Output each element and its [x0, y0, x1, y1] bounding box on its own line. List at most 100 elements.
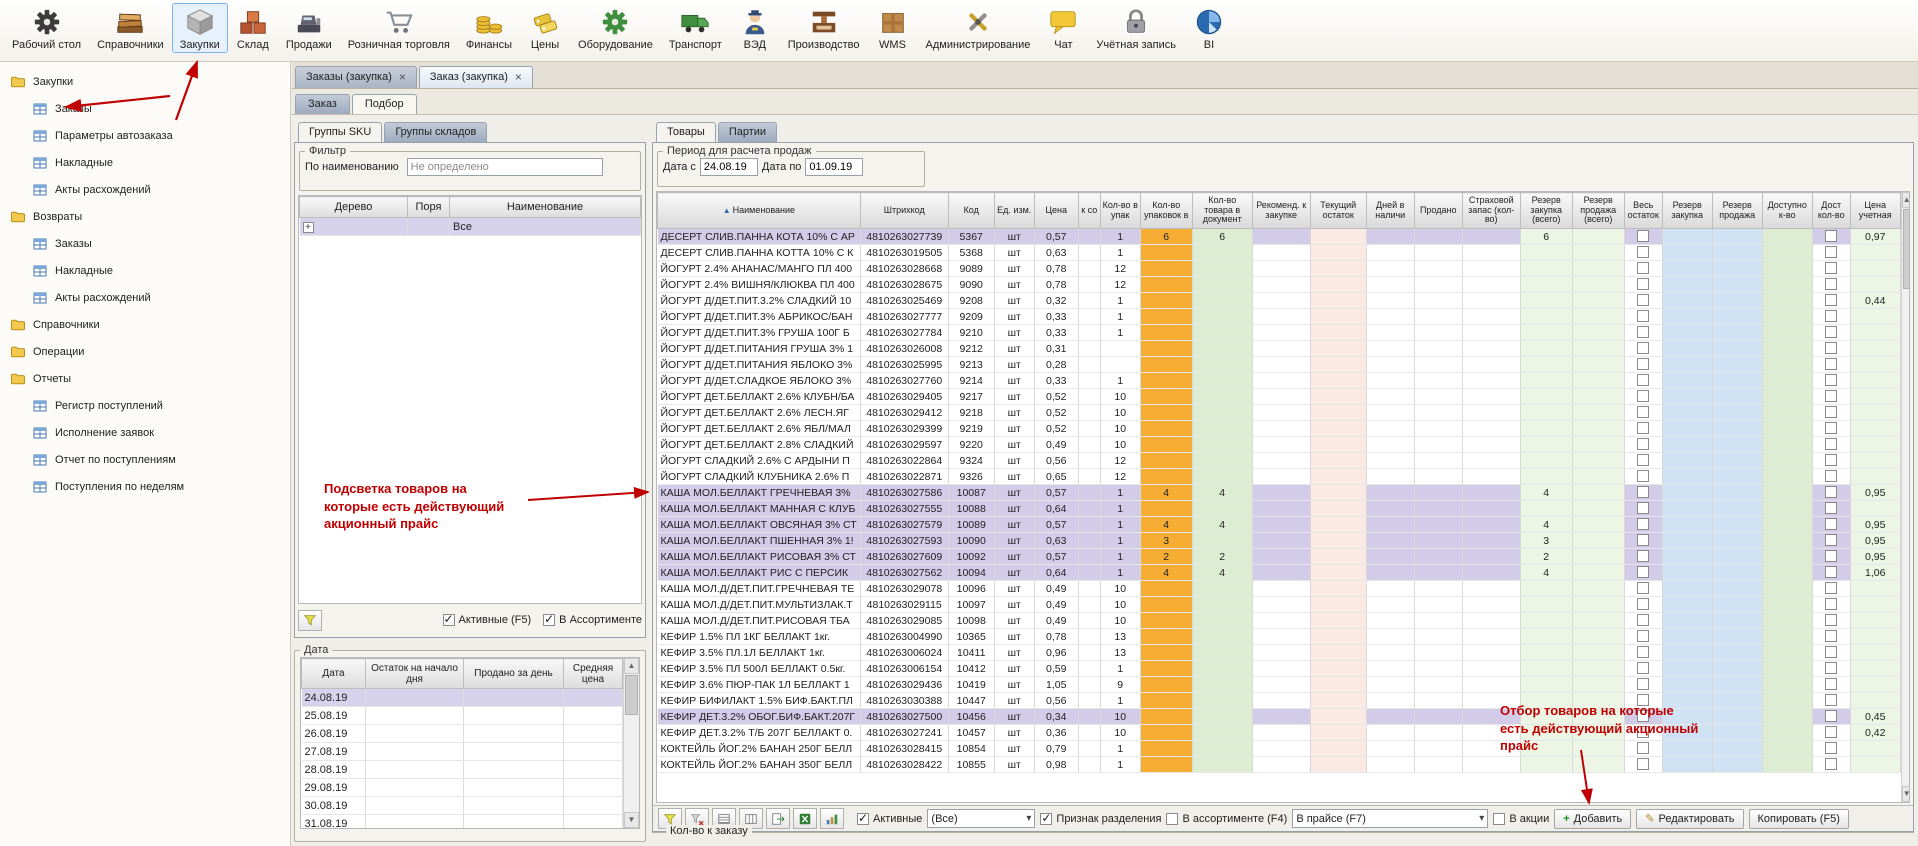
date-row[interactable]: 25.08.19 [302, 707, 623, 725]
date-row[interactable]: 31.08.19 [302, 815, 623, 830]
toolbar-item-account[interactable]: Учётная запись [1088, 3, 1184, 53]
row-checkbox[interactable] [1825, 294, 1837, 306]
table-row[interactable]: ЙОГУРТ 2.4% АНАНАС/МАНГО ПЛ 400481026302… [658, 261, 1901, 277]
column-header[interactable]: Текущий остаток [1310, 193, 1366, 229]
column-header[interactable]: Дата [302, 659, 366, 689]
table-row[interactable]: КАША МОЛ.Д/ДЕТ.ПИТ.МУЛЬТИЗЛАК.Т481026302… [658, 597, 1901, 613]
column-header[interactable]: Наименование [658, 193, 861, 229]
export-icon[interactable] [766, 808, 790, 829]
column-header[interactable]: Резерв продажа (всего) [1572, 193, 1624, 229]
table-row[interactable]: ДЕСЕРТ СЛИВ.ПАННА КОТТА 10% С К481026301… [658, 245, 1901, 261]
row-checkbox[interactable] [1825, 582, 1837, 594]
date-row[interactable]: 27.08.19 [302, 743, 623, 761]
column-header[interactable]: к со [1078, 193, 1100, 229]
row-checkbox[interactable] [1637, 614, 1649, 626]
toolbar-item-finance[interactable]: Финансы [458, 3, 520, 53]
tree-item-ispolnenie[interactable]: Исполнение заявок [0, 419, 290, 446]
table-row[interactable]: ЙОГУРТ ДЕТ.БЕЛЛАКТ 2.6% ЛЕСН.ЯГ481026302… [658, 405, 1901, 421]
tree-folder-spravochniki[interactable]: Справочники [0, 311, 290, 338]
row-checkbox[interactable] [1825, 246, 1837, 258]
table-row[interactable]: КАША МОЛ.БЕЛЛАКТ ПШЕННАЯ 3% 1!4810263027… [658, 533, 1901, 549]
scroll-thumb[interactable] [625, 675, 638, 715]
date-to-input[interactable] [805, 158, 863, 176]
tree-item-zakazy[interactable]: Заказы [0, 95, 290, 122]
column-header[interactable]: Наименование [450, 197, 641, 218]
row-checkbox[interactable] [1637, 390, 1649, 402]
subtab-podbor[interactable]: Подбор [352, 94, 417, 114]
row-checkbox[interactable] [1825, 662, 1837, 674]
row-checkbox[interactable] [1825, 678, 1837, 690]
row-checkbox[interactable] [1825, 742, 1837, 754]
column-header[interactable]: Код [948, 193, 994, 229]
tree-item-nakladnye-v[interactable]: Накладные [0, 257, 290, 284]
table-row[interactable]: ЙОГУРТ ДЕТ.БЕЛЛАКТ 2.6% КЛУБН/БА48102630… [658, 389, 1901, 405]
checkbox-icon[interactable] [857, 813, 869, 825]
checkbox-icon[interactable] [443, 614, 455, 626]
table-row[interactable]: ЙОГУРТ Д/ДЕТ.ПИТ.3.2% СЛАДКИЙ 1048102630… [658, 293, 1901, 309]
sku-row[interactable]: Все [300, 218, 641, 236]
active-filter-select[interactable]: (Все) [927, 809, 1035, 828]
checkbox-icon[interactable] [1166, 813, 1178, 825]
column-header[interactable]: Дерево [300, 197, 408, 218]
excel-icon[interactable] [793, 808, 817, 829]
table-row[interactable]: КАША МОЛ.БЕЛЛАКТ ГРЕЧНЕВАЯ 3%48102630275… [658, 485, 1901, 501]
table-row[interactable]: КАША МОЛ.БЕЛЛАКТ МАННАЯ С КЛУБ4810263027… [658, 501, 1901, 517]
column-header[interactable]: Кол-во товара в документ [1192, 193, 1252, 229]
column-header[interactable]: Страховой запас (кол-во) [1462, 193, 1520, 229]
tree-item-zakazy-v[interactable]: Заказы [0, 230, 290, 257]
toolbar-item-prices[interactable]: Цены [520, 3, 570, 53]
row-checkbox[interactable] [1825, 710, 1837, 722]
row-checkbox[interactable] [1637, 486, 1649, 498]
row-checkbox[interactable] [1825, 358, 1837, 370]
row-checkbox[interactable] [1637, 406, 1649, 418]
tree-item-akty[interactable]: Акты расхождений [0, 176, 290, 203]
razdel-check[interactable]: Признак разделения [1040, 813, 1161, 825]
toolbar-item-wms[interactable]: WMS [868, 3, 918, 53]
tree-folder-otchety[interactable]: Отчеты [0, 365, 290, 392]
column-header[interactable]: Резерв продажа [1712, 193, 1762, 229]
row-checkbox[interactable] [1825, 694, 1837, 706]
toolbar-item-books[interactable]: Справочники [89, 3, 172, 53]
row-checkbox[interactable] [1825, 630, 1837, 642]
scroll-up-icon[interactable]: ▲ [1902, 192, 1910, 208]
row-checkbox[interactable] [1825, 278, 1837, 290]
row-checkbox[interactable] [1637, 470, 1649, 482]
column-header[interactable]: Ед. изм. [994, 193, 1034, 229]
toolbar-item-transport[interactable]: Транспорт [661, 3, 730, 53]
scroll-up-icon[interactable]: ▲ [624, 658, 639, 674]
scroll-thumb[interactable] [1903, 209, 1910, 289]
row-checkbox[interactable] [1825, 406, 1837, 418]
toolbar-item-desktop[interactable]: Рабочий стол [4, 3, 89, 53]
table-row[interactable]: КАША МОЛ.БЕЛЛАКТ РИС С ПЕРСИК48102630275… [658, 565, 1901, 581]
toolbar-item-ved[interactable]: ВЭД [730, 3, 780, 53]
assortiment-check[interactable]: В ассортименте (F4) [1166, 813, 1287, 825]
close-icon[interactable] [515, 71, 522, 83]
row-checkbox[interactable] [1637, 454, 1649, 466]
row-checkbox[interactable] [1637, 342, 1649, 354]
table-row[interactable]: ДЕСЕРТ СЛИВ.ПАННА КОТА 10% С АР481026302… [658, 229, 1901, 245]
column-header[interactable]: Продано за день [464, 659, 564, 689]
tab-order[interactable]: Заказ (закупка) [419, 66, 533, 88]
row-checkbox[interactable] [1637, 518, 1649, 530]
table-row[interactable]: КАША МОЛ.БЕЛЛАКТ РИСОВАЯ 3% СТ4810263027… [658, 549, 1901, 565]
row-checkbox[interactable] [1825, 502, 1837, 514]
row-checkbox[interactable] [1825, 310, 1837, 322]
tree-item-registr[interactable]: Регистр поступлений [0, 392, 290, 419]
table-row[interactable]: КЕФИР 3.5% ПЛ 500Л БЕЛЛАКТ 0.5кг.4810263… [658, 661, 1901, 677]
column-header[interactable]: Резерв закупка [1662, 193, 1712, 229]
row-checkbox[interactable] [1637, 310, 1649, 322]
row-checkbox[interactable] [1637, 758, 1649, 770]
column-header[interactable]: Кол-во упаковок в [1140, 193, 1192, 229]
toolbar-item-retail[interactable]: Розничная торговля [340, 3, 458, 53]
tab-orders-list[interactable]: Заказы (закупка) [295, 66, 417, 88]
copy-button[interactable]: Копировать (F5) [1749, 809, 1849, 829]
row-checkbox[interactable] [1825, 726, 1837, 738]
row-checkbox[interactable] [1825, 518, 1837, 530]
toolbar-item-equipment[interactable]: Оборудование [570, 3, 661, 53]
row-checkbox[interactable] [1637, 598, 1649, 610]
tree-item-nakladnye[interactable]: Накладные [0, 149, 290, 176]
column-header[interactable]: Дней в наличи [1366, 193, 1414, 229]
tab-batches[interactable]: Партии [718, 122, 777, 142]
row-checkbox[interactable] [1825, 614, 1837, 626]
active-filter-check[interactable]: Активные [857, 813, 922, 825]
